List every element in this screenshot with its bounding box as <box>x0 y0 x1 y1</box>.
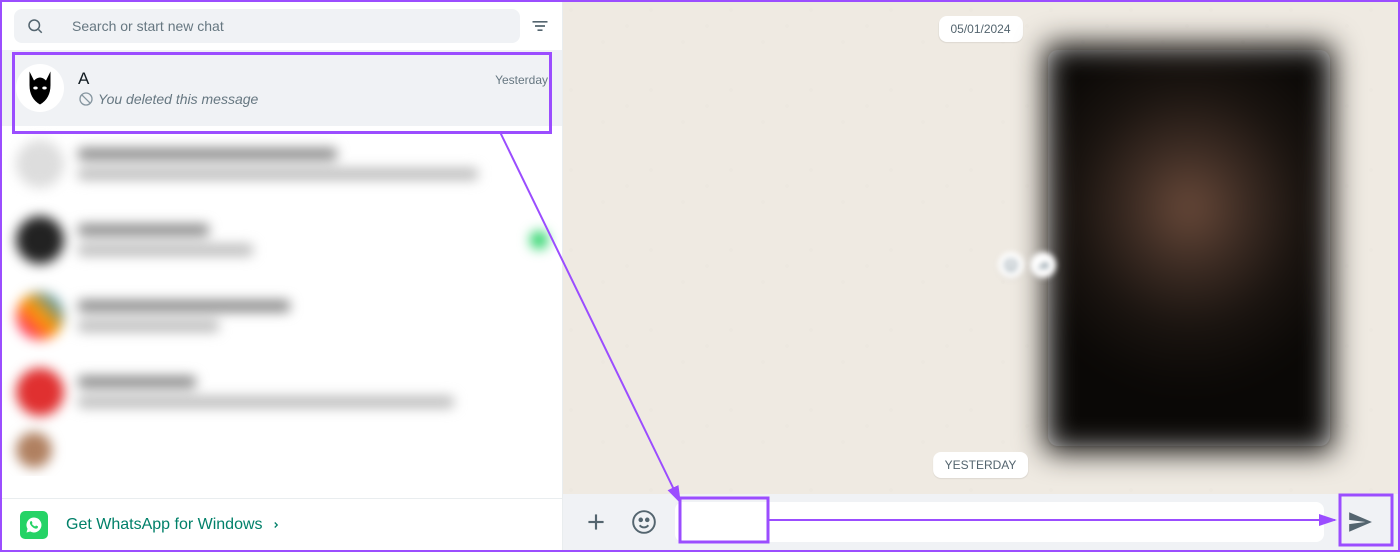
chat-list: A Yesterday You deleted this message <box>2 50 562 498</box>
emoji-icon <box>631 509 657 535</box>
date-chip-bottom: YESTERDAY <box>933 452 1029 478</box>
emoji-reaction-icon[interactable] <box>998 252 1024 278</box>
composer <box>563 494 1398 550</box>
promo-label: Get WhatsApp for Windows <box>66 516 263 534</box>
message-input[interactable] <box>675 502 1324 542</box>
search-icon <box>26 17 44 35</box>
chat-time: Yesterday <box>495 73 548 87</box>
search-bar <box>2 2 562 50</box>
image-content-blurred <box>1045 44 1333 451</box>
image-message-bubble[interactable] <box>1048 50 1330 446</box>
forward-reaction-icon[interactable] <box>1030 252 1056 278</box>
search-box[interactable] <box>14 9 520 43</box>
filter-icon[interactable] <box>530 16 550 36</box>
chat-name-initial: A <box>78 69 89 89</box>
reaction-tray[interactable] <box>998 252 1056 278</box>
redacted-name <box>93 70 173 88</box>
chat-panel: 05/01/2024 YESTERDAY <box>563 2 1398 550</box>
plus-icon <box>583 509 609 535</box>
chat-preview: You deleted this message <box>78 91 548 107</box>
prohibited-icon <box>78 91 94 107</box>
whatsapp-icon <box>20 511 48 539</box>
chevron-right-icon <box>271 518 281 532</box>
blurred-chat-list <box>2 126 562 476</box>
search-input[interactable] <box>72 18 508 34</box>
avatar <box>16 64 64 112</box>
chat-body: 05/01/2024 YESTERDAY <box>563 2 1398 494</box>
emoji-button[interactable] <box>627 505 661 539</box>
attach-button[interactable] <box>579 505 613 539</box>
send-button[interactable] <box>1338 500 1382 544</box>
chat-list-panel: A Yesterday You deleted this message <box>2 2 563 550</box>
chat-item-selected[interactable]: A Yesterday You deleted this message <box>2 50 562 126</box>
date-chip-top: 05/01/2024 <box>938 16 1022 42</box>
send-icon <box>1347 509 1373 535</box>
chat-meta: A Yesterday You deleted this message <box>78 69 548 107</box>
chat-name: A <box>78 69 173 89</box>
promo-text: Get WhatsApp for Windows <box>66 516 281 534</box>
chat-preview-text: You deleted this message <box>98 91 258 107</box>
promo-bar[interactable]: Get WhatsApp for Windows <box>2 498 562 550</box>
